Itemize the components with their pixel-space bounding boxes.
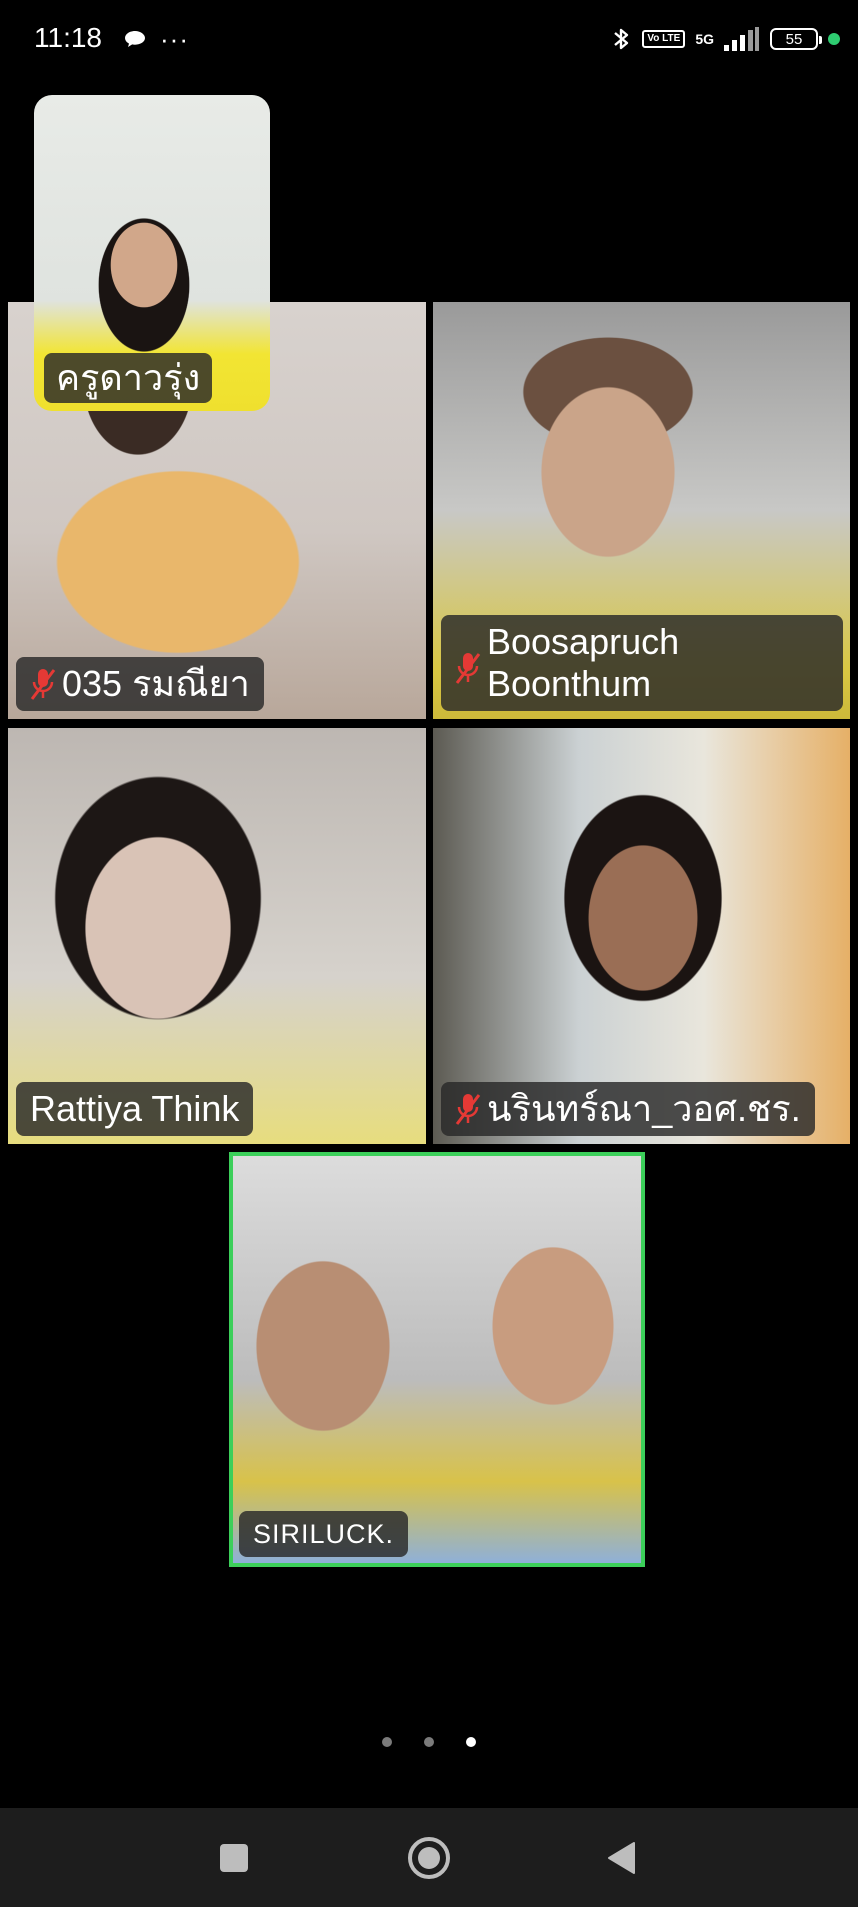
page-dot-1[interactable] <box>382 1737 392 1747</box>
privacy-dot-icon <box>828 33 840 45</box>
battery-icon: 55 <box>770 28 822 50</box>
home-button[interactable] <box>401 1830 457 1886</box>
page-dot-3-active[interactable] <box>466 1737 476 1747</box>
mic-off-icon <box>455 653 481 684</box>
more-icon: ··· <box>160 24 189 54</box>
battery-level: 55 <box>785 30 803 48</box>
page-indicator <box>0 1737 858 1749</box>
system-navigation-bar <box>0 1808 858 1907</box>
participant-tile-4[interactable]: นรินทร์ณา_วอศ.ชร. <box>433 728 850 1144</box>
recent-apps-icon <box>220 1844 248 1872</box>
self-view-tile[interactable]: ครูดาวรุ่ง <box>34 95 270 411</box>
back-button[interactable] <box>594 1830 650 1886</box>
participant-name: Boosapruch Boonthum <box>487 621 680 704</box>
back-icon <box>608 1842 635 1874</box>
participant-tile-2[interactable]: Boosapruch Boonthum <box>433 302 850 719</box>
participant-name: นรินทร์ณา_วอศ.ชร. <box>487 1088 801 1129</box>
self-view-label: ครูดาวรุ่ง <box>44 353 213 403</box>
status-bar: 11:18 ··· Vo LTE 5G 55 <box>0 0 858 80</box>
participant-tile-5-active-speaker[interactable]: SIRILUCK. <box>229 1152 645 1567</box>
home-icon <box>408 1837 450 1879</box>
status-icons: Vo LTE 5G 55 <box>612 24 840 54</box>
participant-label: 035 รมณียา <box>16 657 264 711</box>
mic-off-icon <box>455 1094 481 1125</box>
recent-apps-button[interactable] <box>206 1830 262 1886</box>
participant-name: SIRILUCK. <box>253 1519 395 1549</box>
participant-label: Rattiya Think <box>16 1082 254 1136</box>
participant-label: นรินทร์ณา_วอศ.ชร. <box>441 1082 815 1136</box>
participant-label: Boosapruch Boonthum <box>441 615 843 711</box>
status-time: 11:18 <box>34 22 102 53</box>
page-dot-2[interactable] <box>424 1737 434 1747</box>
signal-icon <box>724 27 759 51</box>
chat-bubble-icon <box>125 31 145 47</box>
network-type: 5G <box>695 31 714 47</box>
participant-label: SIRILUCK. <box>239 1511 409 1557</box>
mic-off-icon <box>30 669 56 700</box>
volte-icon: Vo LTE <box>642 30 686 48</box>
self-view-name: ครูดาวรุ่ง <box>56 357 201 398</box>
participant-name: 035 รมณียา <box>62 663 250 704</box>
bluetooth-icon <box>614 28 629 50</box>
participant-tile-3[interactable]: Rattiya Think <box>8 728 426 1144</box>
participant-name: Rattiya Think <box>30 1088 240 1129</box>
